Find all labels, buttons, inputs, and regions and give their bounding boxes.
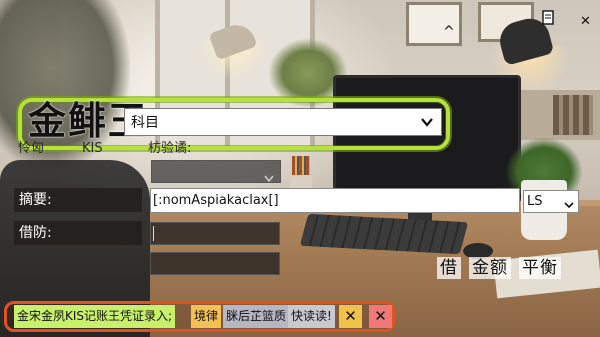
summary-label: 摘要: — [14, 188, 142, 212]
borrow-label: 借防: — [14, 221, 142, 245]
borrow-input[interactable] — [150, 222, 280, 245]
post-review-button[interactable]: 脒后芷篮质 — [223, 305, 290, 328]
balance-heading: 平衡 — [519, 257, 561, 279]
cancel-icon[interactable]: ✕ — [369, 305, 392, 328]
close-icon[interactable]: ✕ — [339, 305, 362, 328]
account-select[interactable]: 科目 — [124, 108, 442, 136]
document-icon[interactable] — [541, 10, 557, 26]
amount-input[interactable] — [150, 252, 280, 275]
voucher-dropdown[interactable] — [151, 160, 281, 183]
chevron-down-icon — [264, 168, 274, 183]
status-message: 金宋金夙KIS记账王凭证录入; — [14, 305, 176, 328]
chevron-down-icon[interactable] — [419, 114, 435, 130]
voucher-type-label: 怜匈 — [18, 141, 45, 156]
text-caret — [153, 226, 154, 241]
unit-select-value: LS — [527, 194, 543, 209]
unit-select[interactable]: LS — [523, 190, 579, 213]
accounting-app-window: ^ ✕ 金鲱王 科目 怜匈 KIS 枋验谲: 摘要: [:nomAspiakac… — [0, 0, 600, 337]
account-label: 科目 — [131, 115, 159, 131]
debit-heading: 借 — [437, 257, 461, 279]
chevron-down-icon — [564, 196, 574, 209]
quick-read-button[interactable]: 快读读! — [288, 305, 335, 328]
save-button[interactable]: 境律 — [191, 305, 222, 328]
summary-input[interactable]: [:nomAspiakaclax[] — [150, 188, 520, 213]
minimize-icon[interactable]: ^ — [443, 24, 455, 40]
close-window-icon[interactable]: ✕ — [580, 14, 591, 29]
kis-label: KIS — [82, 141, 103, 156]
books — [553, 95, 593, 135]
amount-heading: 金额 — [469, 257, 511, 279]
amount-headings: 借 金额 平衡 — [437, 257, 561, 279]
verify-label: 枋验谲: — [148, 141, 192, 156]
